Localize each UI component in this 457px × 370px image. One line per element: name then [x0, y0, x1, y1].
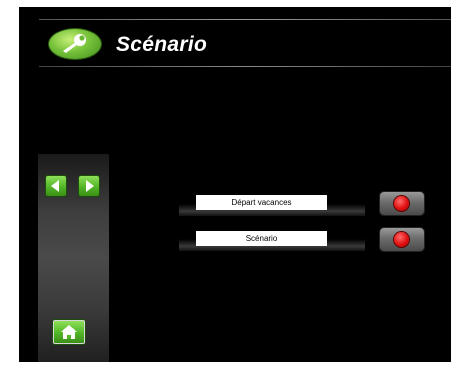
- triangle-right-icon: [86, 180, 94, 192]
- next-button[interactable]: [79, 176, 99, 196]
- home-button[interactable]: [53, 320, 85, 344]
- prev-button[interactable]: [46, 176, 66, 196]
- scenario-label: Scénario: [196, 231, 327, 246]
- wrench-icon: [49, 29, 101, 59]
- header-divider-top: [39, 19, 451, 20]
- red-circle-icon: [394, 196, 409, 211]
- scenario-label: Départ vacances: [196, 195, 327, 210]
- triangle-left-icon: [51, 180, 59, 192]
- page-title: Scénario: [116, 33, 208, 56]
- header-divider-bottom: [39, 66, 451, 67]
- scenario-run-button[interactable]: [380, 228, 424, 251]
- scenario-run-button[interactable]: [380, 192, 424, 215]
- red-circle-icon: [394, 232, 409, 247]
- scenario-screen: Scénario Départ vacances Scénario: [19, 7, 451, 362]
- home-icon: [61, 325, 77, 339]
